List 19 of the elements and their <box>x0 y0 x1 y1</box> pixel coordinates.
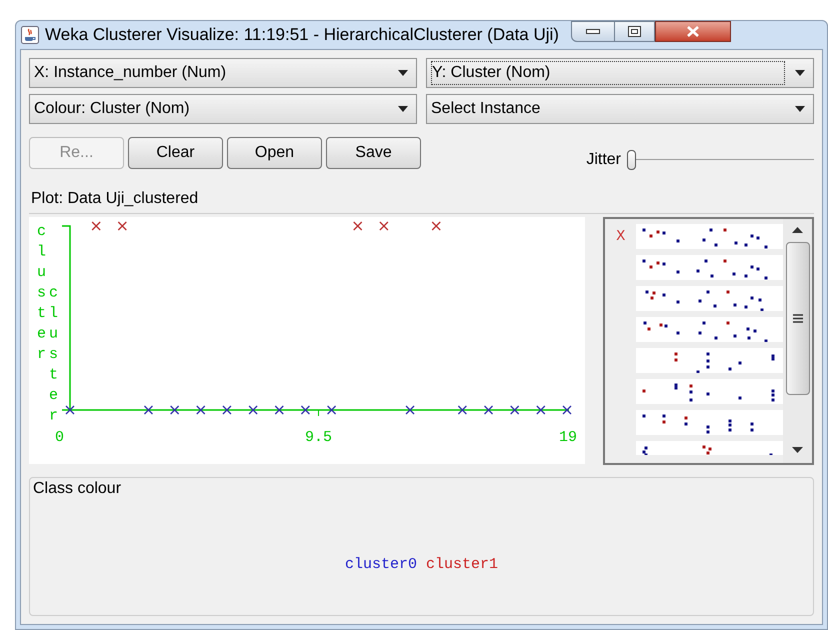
legend-title: Class colour <box>33 479 122 499</box>
dropdown[interactable]: Colour: Cluster (Nom) <box>29 94 417 124</box>
tick-label: 0 <box>55 429 64 446</box>
tick-label: 9.5 <box>305 429 332 446</box>
class-marker: X <box>616 228 626 246</box>
jitter-label: Jitter <box>586 150 621 170</box>
window-title: Weka Clusterer Visualize: 11:19:51 - HierarchicalClusterer (Data Uji) <box>45 24 559 46</box>
tick-label: 19 <box>558 429 577 446</box>
toolbar-button[interactable]: Open <box>227 136 322 168</box>
dropdown[interactable]: Select Instance <box>426 94 814 124</box>
dropdown[interactable]: X: Instance_number (Num) <box>29 58 417 88</box>
toolbar-button[interactable]: Save <box>326 136 421 168</box>
axis-label: cluster <box>37 223 46 363</box>
legend-label: cluster0 <box>344 554 417 575</box>
axis-label: cluster <box>49 284 58 424</box>
legend-label: cluster1 <box>426 554 498 575</box>
toolbar-button[interactable]: Clear <box>128 136 223 168</box>
dropdown[interactable]: Y: Cluster (Nom) <box>426 58 814 88</box>
plot-title: Plot: Data Uji_clustered <box>31 190 198 207</box>
